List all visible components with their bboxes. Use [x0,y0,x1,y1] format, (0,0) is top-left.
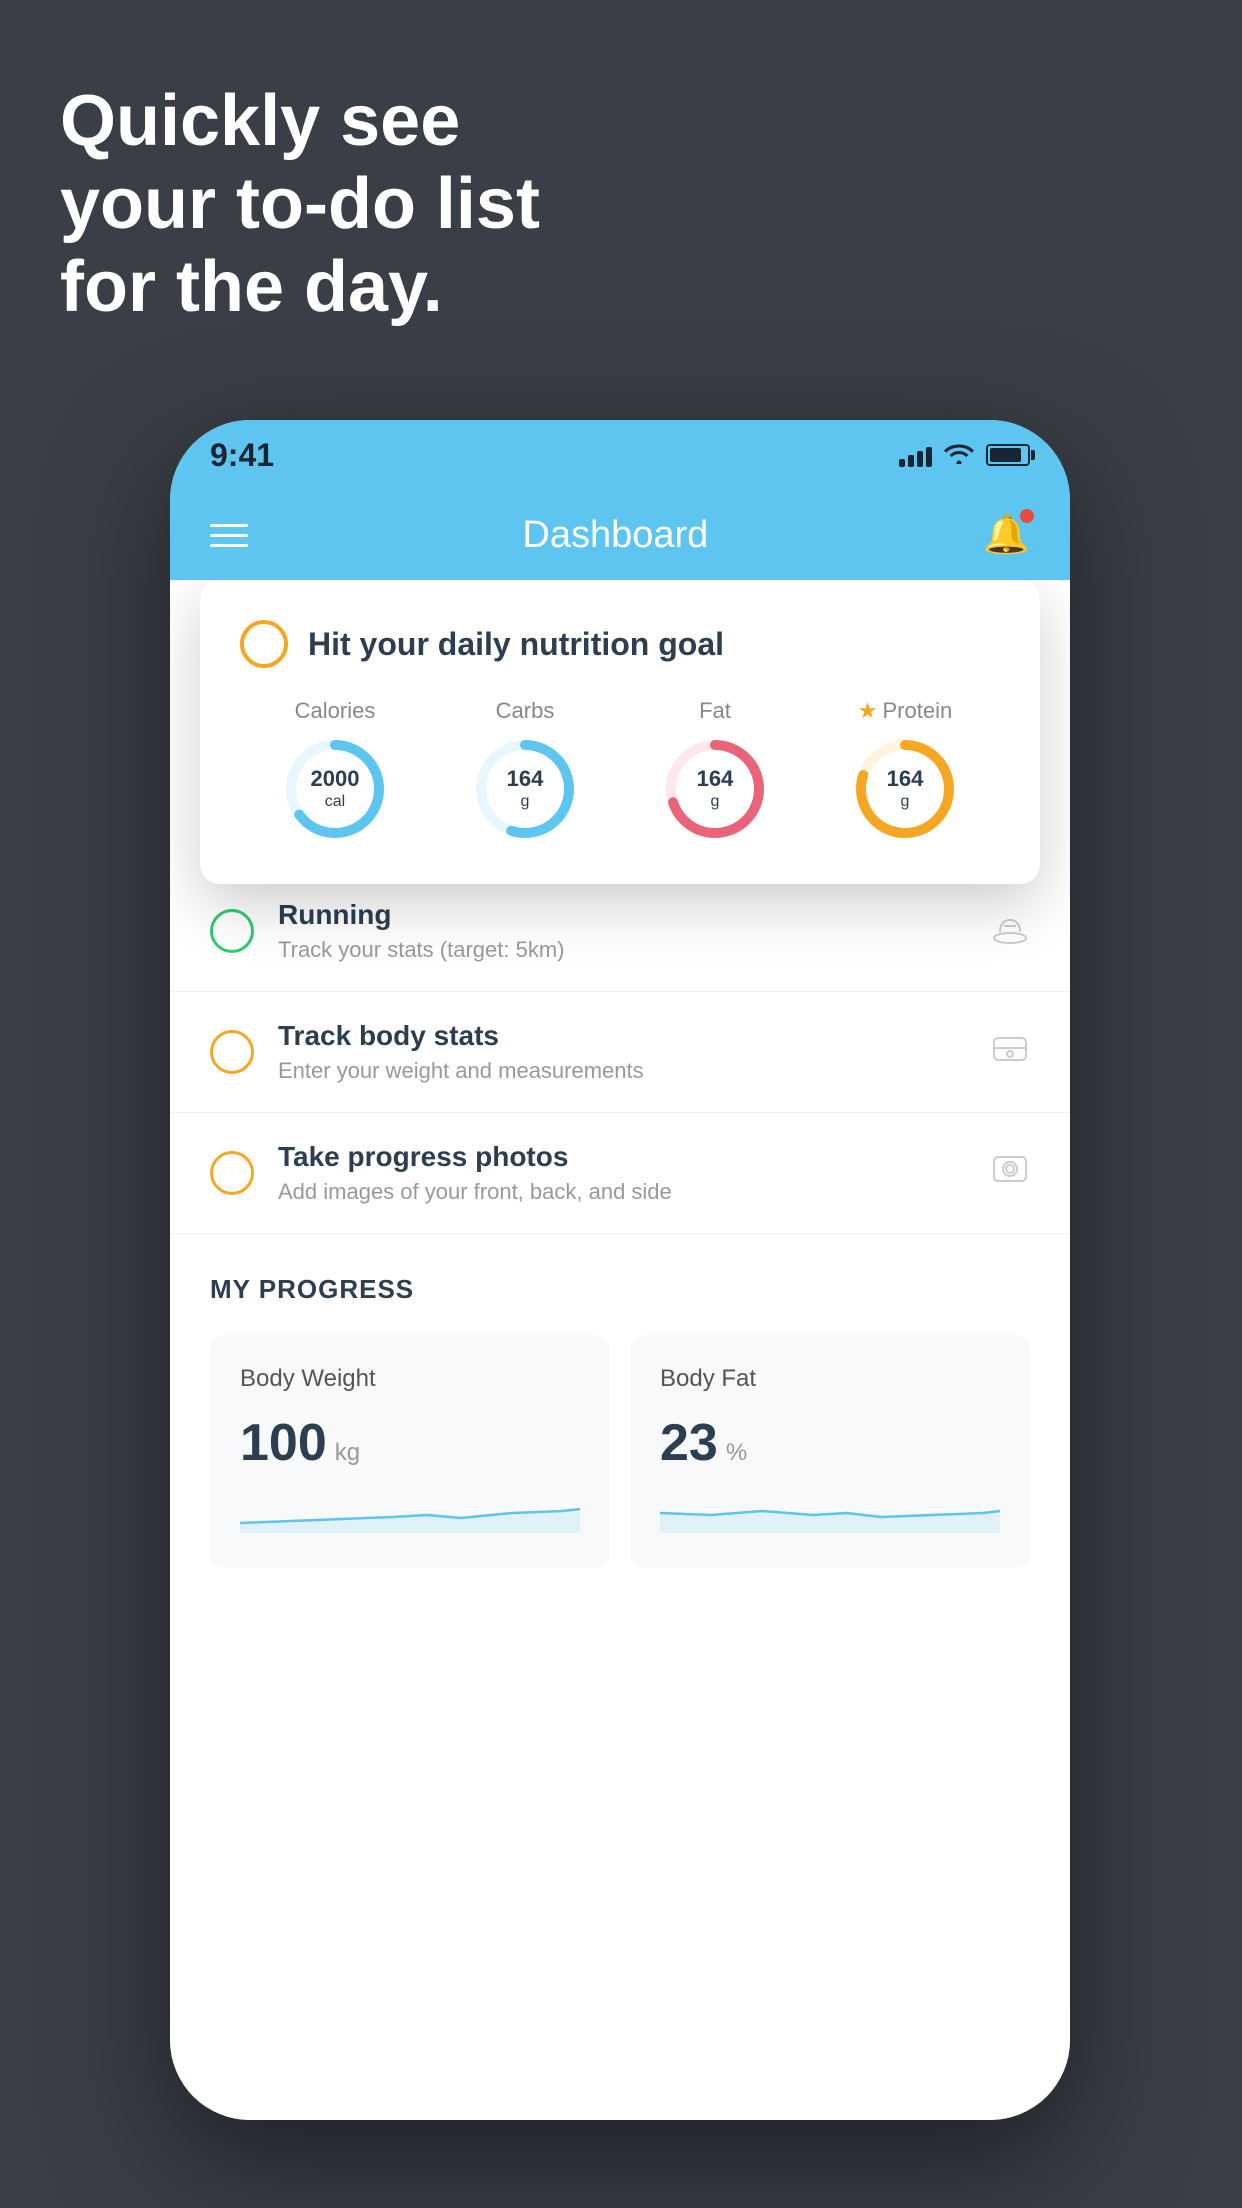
notification-badge [1020,509,1034,523]
running-icon [990,910,1030,953]
todo-circle-running [210,909,254,953]
macro-calories: Calories 2000 cal [280,698,390,844]
todo-name-progress-photos: Take progress photos [278,1141,966,1173]
body-fat-chart [660,1493,1000,1533]
fat-label: Fat [699,698,731,724]
body-weight-card[interactable]: Body Weight 100 kg [210,1335,610,1568]
todo-info-running: Running Track your stats (target: 5km) [278,899,966,963]
body-weight-title: Body Weight [240,1365,580,1393]
progress-section: MY PROGRESS Body Weight 100 kg B [170,1234,1070,1598]
hero-text: Quickly see your to-do list for the day. [60,80,540,328]
todo-list: Running Track your stats (target: 5km) T… [170,871,1070,1234]
wifi-icon [944,440,974,471]
hero-line1: Quickly see [60,81,460,161]
macro-protein: ★ Protein 164 g [850,698,960,844]
scale-icon [990,1030,1030,1075]
macro-carbs: Carbs 164 g [470,698,580,844]
nutrition-card: Hit your daily nutrition goal Calories 2… [200,580,1040,884]
star-icon: ★ [858,698,878,724]
body-weight-value: 100 kg [240,1413,580,1473]
body-fat-number: 23 [660,1413,718,1473]
body-fat-title: Body Fat [660,1365,1000,1393]
nutrition-card-header: Hit your daily nutrition goal [240,620,1000,668]
todo-circle-progress-photos [210,1151,254,1195]
app-header: Dashboard 🔔 [170,490,1070,580]
body-weight-unit: kg [335,1439,360,1467]
main-content: THINGS TO DO TODAY Hit your daily nutrit… [170,580,1070,2120]
fat-ring: 164 g [660,734,770,844]
hero-line3: for the day. [60,247,443,327]
nutrition-title: Hit your daily nutrition goal [308,626,724,663]
body-fat-value: 23 % [660,1413,1000,1473]
hero-line2: your to-do list [60,164,540,244]
todo-circle-body-stats [210,1030,254,1074]
todo-sub-running: Track your stats (target: 5km) [278,937,966,963]
notification-button[interactable]: 🔔 [983,513,1030,557]
todo-name-running: Running [278,899,966,931]
photo-icon [990,1151,1030,1196]
body-weight-number: 100 [240,1413,327,1473]
todo-sub-progress-photos: Add images of your front, back, and side [278,1179,966,1205]
carbs-ring: 164 g [470,734,580,844]
nutrition-checkbox[interactable] [240,620,288,668]
todo-item-progress-photos[interactable]: Take progress photos Add images of your … [170,1113,1070,1234]
status-time: 9:41 [210,437,274,474]
menu-button[interactable] [210,524,248,547]
macro-fat: Fat 164 g [660,698,770,844]
protein-ring: 164 g [850,734,960,844]
header-title: Dashboard [522,514,708,557]
protein-label: ★ Protein [858,698,952,724]
battery-icon [986,444,1030,466]
calories-ring: 2000 cal [280,734,390,844]
calories-label: Calories [295,698,376,724]
signal-icon [899,443,932,467]
body-weight-chart [240,1493,580,1533]
status-bar: 9:41 [170,420,1070,490]
todo-info-body-stats: Track body stats Enter your weight and m… [278,1020,966,1084]
carbs-label: Carbs [496,698,555,724]
todo-sub-body-stats: Enter your weight and measurements [278,1058,966,1084]
todo-item-body-stats[interactable]: Track body stats Enter your weight and m… [170,992,1070,1113]
phone-frame: 9:41 Da [170,420,1070,2120]
progress-cards: Body Weight 100 kg Body Fat 23 % [210,1335,1030,1568]
todo-info-progress-photos: Take progress photos Add images of your … [278,1141,966,1205]
nutrition-macros: Calories 2000 cal Carbs [240,698,1000,844]
status-icons [899,440,1030,471]
body-fat-unit: % [726,1439,747,1467]
todo-name-body-stats: Track body stats [278,1020,966,1052]
progress-heading: MY PROGRESS [210,1274,1030,1305]
todo-item-running[interactable]: Running Track your stats (target: 5km) [170,871,1070,992]
body-fat-card[interactable]: Body Fat 23 % [630,1335,1030,1568]
